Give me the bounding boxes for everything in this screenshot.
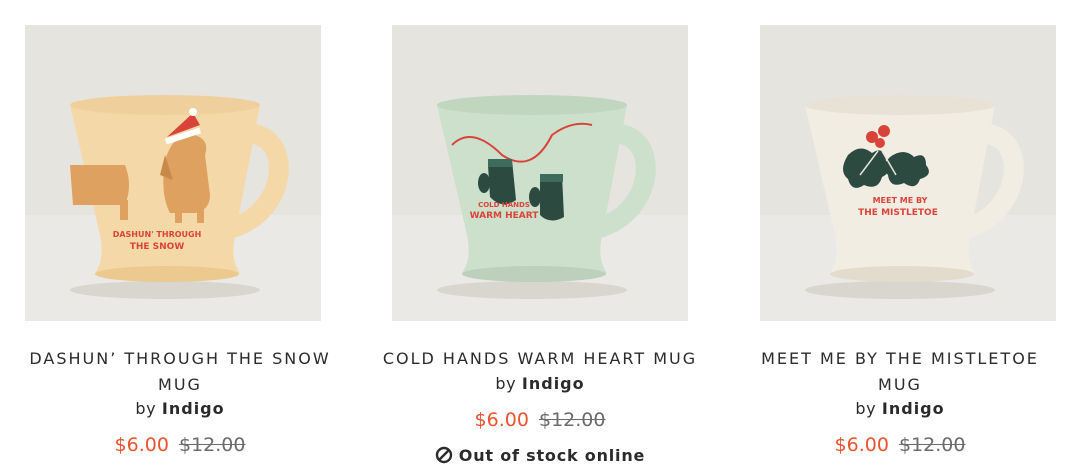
original-price: $12.00 — [898, 434, 966, 456]
stock-status-text: Out of stock online — [458, 446, 646, 465]
sale-price: $6.00 — [114, 434, 169, 456]
stock-status: Out of stock online — [360, 445, 720, 467]
brand-name[interactable]: Indigo — [882, 399, 945, 418]
by-prefix: by — [495, 374, 517, 393]
brand-byline: by Indigo — [360, 373, 720, 395]
mug-illustration-dachshund: DASHUN' THROUGH THE SNOW — [25, 25, 321, 321]
product-title[interactable]: DASHUN’ THROUGH THE SNOW MUG — [0, 346, 360, 398]
price: $6.00 $12.00 — [0, 432, 360, 458]
title-line-1[interactable]: DASHUN’ THROUGH THE SNOW — [0, 346, 360, 372]
product-image[interactable]: MEET ME BY THE MISTLETOE — [760, 25, 1056, 321]
price: $6.00 $12.00 — [720, 432, 1080, 458]
svg-text:WARM HEART: WARM HEART — [470, 211, 540, 221]
svg-text:THE MISTLETOE: THE MISTLETOE — [858, 208, 938, 218]
svg-text:MEET ME BY: MEET ME BY — [873, 196, 928, 205]
product-title[interactable]: MEET ME BY THE MISTLETOE MUG — [720, 346, 1080, 398]
original-price: $12.00 — [178, 434, 246, 456]
product-image[interactable]: COLD HANDS WARM HEART — [392, 25, 688, 321]
product-image[interactable]: DASHUN' THROUGH THE SNOW — [25, 25, 321, 321]
brand-name[interactable]: Indigo — [522, 374, 585, 393]
brand-byline: by Indigo — [0, 398, 360, 420]
price: $6.00 $12.00 — [360, 407, 720, 433]
svg-text:THE SNOW: THE SNOW — [130, 242, 185, 252]
sale-price: $6.00 — [834, 434, 889, 456]
svg-text:COLD HANDS: COLD HANDS — [478, 201, 530, 209]
brand-byline: by Indigo — [720, 398, 1080, 420]
out-of-stock-icon — [435, 446, 452, 464]
mug-illustration-mistletoe: MEET ME BY THE MISTLETOE — [760, 25, 1056, 321]
title-line-2[interactable]: MUG — [720, 372, 1080, 398]
brand-name[interactable]: Indigo — [162, 399, 225, 418]
svg-text:DASHUN' THROUGH: DASHUN' THROUGH — [113, 230, 202, 239]
product-title[interactable]: COLD HANDS WARM HEART MUG — [360, 346, 720, 372]
by-prefix: by — [135, 399, 157, 418]
title-line-1[interactable]: COLD HANDS WARM HEART MUG — [360, 346, 720, 372]
mug-illustration-mittens: COLD HANDS WARM HEART — [392, 25, 688, 321]
by-prefix: by — [855, 399, 877, 418]
title-line-2[interactable]: MUG — [0, 372, 360, 398]
original-price: $12.00 — [538, 409, 606, 431]
title-line-1[interactable]: MEET ME BY THE MISTLETOE — [720, 346, 1080, 372]
sale-price: $6.00 — [474, 409, 529, 431]
